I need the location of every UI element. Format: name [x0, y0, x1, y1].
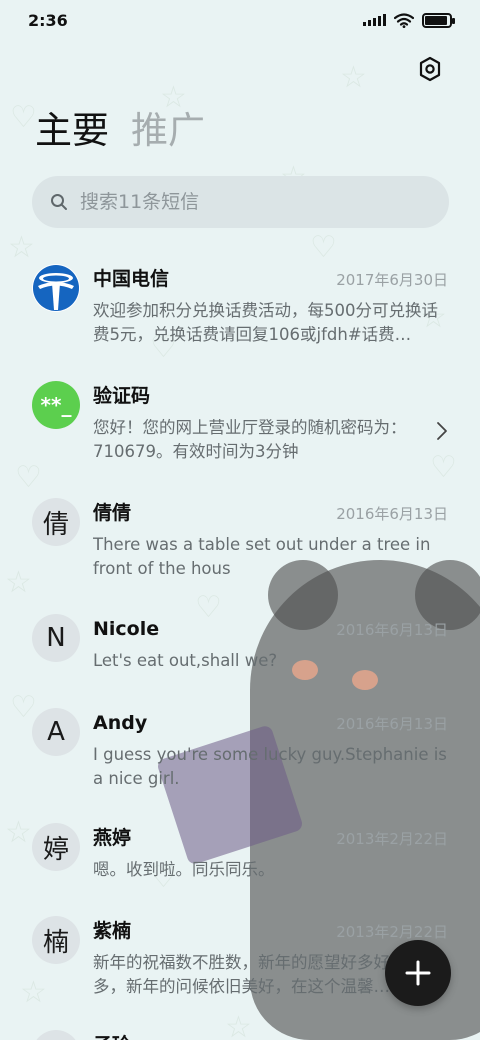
- status-icons: [363, 12, 455, 28]
- conversation-date: 2016年6月13日: [336, 505, 448, 523]
- conversation-name: 燕婷: [93, 827, 132, 849]
- conversation-name: 紫楠: [93, 920, 132, 942]
- settings-icon: [419, 56, 441, 82]
- conversation-preview: There was a table set out under a tree i…: [93, 535, 431, 578]
- contact-avatar: A: [32, 708, 80, 756]
- contact-avatar: 玲: [32, 1030, 80, 1040]
- conversation-item[interactable]: A Andy 2016年6月13日 I guess you're some lu…: [0, 700, 480, 810]
- search-input[interactable]: [80, 191, 410, 213]
- contact-avatar: 倩: [32, 498, 80, 546]
- conversation-name: 子玲: [93, 1032, 131, 1040]
- conversation-date: 2013年2月22日: [336, 923, 448, 941]
- contact-avatar: 婷: [32, 823, 80, 871]
- status-time: 2:36: [28, 10, 68, 30]
- conversation-date: 2016年6月13日: [336, 621, 448, 639]
- conversation-date: 2013年2月22日: [336, 830, 448, 848]
- conversation-preview: 欢迎参加积分兑换话费活动，每500分可兑换话费5元，兑换话费请回复106或jfd…: [93, 301, 438, 344]
- chevron-right-icon: [437, 422, 447, 440]
- wifi-icon: [394, 12, 414, 28]
- conversation-name: 验证码: [93, 385, 151, 407]
- conversation-date: 2016年6月13日: [336, 715, 448, 733]
- conversation-name: Nicole: [93, 618, 160, 640]
- status-bar: 2:36: [0, 0, 480, 40]
- search-icon: [51, 194, 67, 210]
- conversation-preview: I guess you're some lucky guy.Stephanie …: [93, 745, 447, 788]
- tab-primary[interactable]: 主要: [35, 106, 109, 156]
- tab-promotions[interactable]: 推广: [131, 106, 205, 156]
- conversation-item[interactable]: **_ 验证码 您好！您的网上营业厅登录的随机密码为：710679。有效时间为3…: [0, 373, 480, 483]
- conversation-preview: 您好！您的网上营业厅登录的随机密码为：710679。有效时间为3分钟: [93, 418, 407, 461]
- verification-code-avatar: **_: [32, 381, 80, 429]
- search-bar[interactable]: [32, 176, 449, 228]
- contact-avatar: N: [32, 614, 80, 662]
- conversation-preview: 新年的祝福数不胜数，新年的愿望好多好多，新年的问候依旧美好，在这个温馨的时刻: [93, 953, 390, 996]
- conversation-name: Andy: [93, 712, 148, 734]
- conversation-item[interactable]: 中国电信 2017年6月30日 欢迎参加积分兑换话费活动，每500分可兑换话费5…: [0, 256, 480, 366]
- conversation-name: 倩倩: [93, 502, 132, 524]
- battery-icon: [422, 12, 455, 28]
- conversation-name: 中国电信: [93, 268, 170, 290]
- conversation-preview: Let's eat out,shall we?: [93, 651, 278, 670]
- battery-level: [425, 15, 447, 25]
- compose-button[interactable]: [385, 940, 451, 1006]
- tab-bar: 主要 推广: [35, 106, 205, 156]
- plus-icon: [405, 960, 431, 986]
- china-telecom-logo-avatar: [32, 264, 80, 312]
- settings-button[interactable]: [414, 53, 446, 85]
- conversation-item[interactable]: 玲 子玲: [0, 1022, 480, 1040]
- conversation-item[interactable]: 倩 倩倩 2016年6月13日 There was a table set ou…: [0, 490, 480, 600]
- signal-icon: [363, 14, 386, 26]
- conversation-preview: 嗯。收到啦。同乐同乐。: [93, 860, 275, 879]
- contact-avatar: 楠: [32, 916, 80, 964]
- china-telecom-logo-icon: [33, 265, 79, 311]
- conversation-date: 2017年6月30日: [336, 271, 448, 289]
